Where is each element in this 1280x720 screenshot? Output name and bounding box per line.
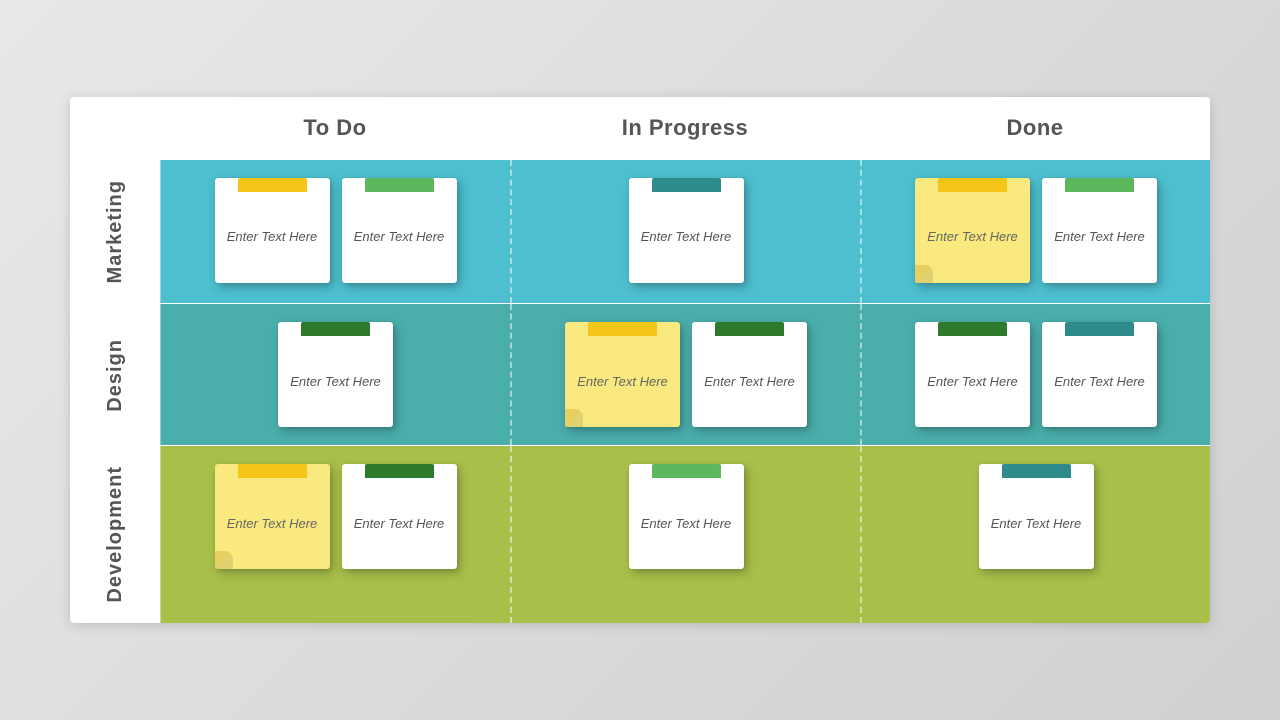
- note-body: Enter Text Here: [629, 478, 744, 569]
- marketing-todo-cell: Enter Text Here Enter Text Here: [160, 160, 510, 303]
- note[interactable]: Enter Text Here: [342, 178, 457, 283]
- note[interactable]: Enter Text Here: [565, 322, 680, 427]
- note[interactable]: Enter Text Here: [629, 464, 744, 569]
- note-text: Enter Text Here: [577, 373, 668, 391]
- note-text: Enter Text Here: [641, 515, 732, 533]
- note-text: Enter Text Here: [1054, 373, 1145, 391]
- note-tab: [715, 322, 784, 336]
- note-body: Enter Text Here: [342, 478, 457, 569]
- note-body: Enter Text Here: [979, 478, 1094, 569]
- note[interactable]: Enter Text Here: [1042, 178, 1157, 283]
- note[interactable]: Enter Text Here: [1042, 322, 1157, 427]
- note-tab: [938, 322, 1007, 336]
- note-body: Enter Text Here: [629, 192, 744, 283]
- note-body: Enter Text Here: [278, 336, 393, 427]
- note[interactable]: Enter Text Here: [979, 464, 1094, 569]
- note-tab: [365, 464, 434, 478]
- col-header-done-label: Done: [1007, 115, 1064, 140]
- col-header-done: Done: [860, 97, 1210, 159]
- note-body: Enter Text Here: [915, 192, 1030, 283]
- design-todo-cell: Enter Text Here: [160, 304, 510, 445]
- note-text: Enter Text Here: [641, 228, 732, 246]
- note[interactable]: Enter Text Here: [629, 178, 744, 283]
- row-label-development: Development: [104, 466, 127, 603]
- note-body: Enter Text Here: [1042, 192, 1157, 283]
- marketing-done-cell: Enter Text Here Enter Text Here: [860, 160, 1210, 303]
- note-text: Enter Text Here: [354, 228, 445, 246]
- note-tab: [301, 322, 370, 336]
- note[interactable]: Enter Text Here: [915, 178, 1030, 283]
- col-header-inprogress: In Progress: [510, 97, 860, 159]
- note-body: Enter Text Here: [215, 478, 330, 569]
- note-tab: [1002, 464, 1071, 478]
- note[interactable]: Enter Text Here: [215, 464, 330, 569]
- note-body: Enter Text Here: [915, 336, 1030, 427]
- note-text: Enter Text Here: [991, 515, 1082, 533]
- note-body: Enter Text Here: [215, 192, 330, 283]
- header-spacer: [70, 97, 160, 159]
- note-tab: [652, 464, 721, 478]
- note-text: Enter Text Here: [927, 373, 1018, 391]
- note-tab: [588, 322, 657, 336]
- row-label-design: Design: [104, 339, 127, 412]
- note[interactable]: Enter Text Here: [915, 322, 1030, 427]
- note-body: Enter Text Here: [692, 336, 807, 427]
- marketing-inprogress-cell: Enter Text Here: [510, 160, 860, 303]
- note-tab: [238, 464, 307, 478]
- note[interactable]: Enter Text Here: [692, 322, 807, 427]
- development-todo-cell: Enter Text Here Enter Text Here: [160, 446, 510, 623]
- note-tab: [938, 178, 1007, 192]
- row-marketing: Marketing Enter Text Here Enter Text Her…: [70, 159, 1210, 303]
- note-text: Enter Text Here: [227, 515, 318, 533]
- row-label-marketing: Marketing: [104, 180, 127, 283]
- development-inprogress-cell: Enter Text Here: [510, 446, 860, 623]
- note-text: Enter Text Here: [354, 515, 445, 533]
- col-header-inprogress-label: In Progress: [622, 115, 749, 140]
- note-text: Enter Text Here: [227, 228, 318, 246]
- row-label-cell-design: Design: [70, 304, 160, 445]
- note-text: Enter Text Here: [290, 373, 381, 391]
- column-headers: To Do In Progress Done: [70, 97, 1210, 159]
- note-tab: [1065, 322, 1134, 336]
- col-header-todo-label: To Do: [303, 115, 366, 140]
- design-inprogress-cell: Enter Text Here Enter Text Here: [510, 304, 860, 445]
- note[interactable]: Enter Text Here: [278, 322, 393, 427]
- row-design: Design Enter Text Here Enter Text Here E…: [70, 303, 1210, 445]
- row-development: Development Enter Text Here Enter Text H…: [70, 445, 1210, 623]
- design-done-cell: Enter Text Here Enter Text Here: [860, 304, 1210, 445]
- note[interactable]: Enter Text Here: [215, 178, 330, 283]
- note[interactable]: Enter Text Here: [342, 464, 457, 569]
- note-text: Enter Text Here: [1054, 228, 1145, 246]
- note-body: Enter Text Here: [342, 192, 457, 283]
- note-body: Enter Text Here: [1042, 336, 1157, 427]
- row-label-cell-marketing: Marketing: [70, 160, 160, 303]
- note-tab: [1065, 178, 1134, 192]
- note-tab: [238, 178, 307, 192]
- development-done-cell: Enter Text Here: [860, 446, 1210, 623]
- note-text: Enter Text Here: [927, 228, 1018, 246]
- col-header-todo: To Do: [160, 97, 510, 159]
- note-body: Enter Text Here: [565, 336, 680, 427]
- kanban-board: To Do In Progress Done Marketing Enter T…: [70, 97, 1210, 623]
- row-label-cell-development: Development: [70, 446, 160, 623]
- note-tab: [652, 178, 721, 192]
- note-text: Enter Text Here: [704, 373, 795, 391]
- note-tab: [365, 178, 434, 192]
